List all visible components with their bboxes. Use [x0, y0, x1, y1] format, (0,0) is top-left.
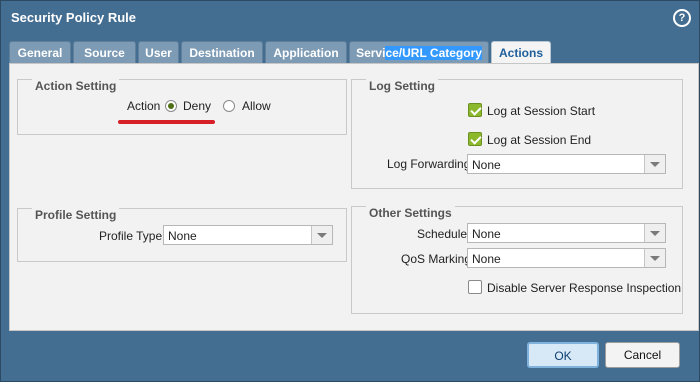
select-value: None	[472, 158, 501, 172]
group-title: Other Settings	[366, 206, 455, 220]
select-value: None	[168, 229, 197, 243]
tab-destination[interactable]: Destination	[181, 41, 263, 63]
tab-general[interactable]: General	[9, 41, 71, 63]
tab-label: User	[145, 46, 172, 60]
action-setting-group: Action Setting	[17, 79, 347, 135]
group-title: Action Setting	[32, 79, 120, 93]
help-icon[interactable]: ?	[673, 9, 691, 27]
log-session-end-checkbox[interactable]	[468, 132, 482, 146]
tab-source[interactable]: Source	[73, 41, 136, 63]
qos-marking-select[interactable]: None	[467, 248, 666, 268]
log-session-end-label[interactable]: Log at Session End	[487, 133, 591, 147]
chevron-down-icon[interactable]	[644, 155, 665, 173]
log-forwarding-select[interactable]: None	[467, 154, 666, 174]
tab-label-selected-text: ce/URL Category	[385, 46, 482, 60]
disable-server-response-inspection-checkbox[interactable]	[468, 280, 482, 294]
tab-label: Application	[273, 46, 339, 60]
log-forwarding-label: Log Forwarding	[387, 157, 471, 171]
group-title: Profile Setting	[32, 208, 120, 222]
schedule-select[interactable]: None	[467, 223, 666, 243]
security-policy-rule-dialog: Security Policy Rule ? General Source Us…	[0, 0, 700, 382]
cancel-button[interactable]: Cancel	[605, 342, 680, 368]
profile-type-label: Profile Type	[99, 229, 163, 243]
profile-type-select[interactable]: None	[163, 225, 333, 245]
dialog-title: Security Policy Rule	[11, 10, 136, 25]
disable-server-response-inspection-label[interactable]: Disable Server Response Inspection	[487, 281, 681, 295]
tab-label-prefix: Servi	[356, 46, 386, 60]
tab-application[interactable]: Application	[265, 41, 347, 63]
select-value: None	[472, 227, 501, 241]
chevron-down-icon[interactable]	[644, 249, 665, 267]
tab-actions[interactable]: Actions	[491, 41, 551, 65]
annotation-underline	[118, 120, 215, 124]
log-session-start-checkbox[interactable]	[468, 103, 482, 117]
tab-service-url-category[interactable]: Service/URL Category	[349, 41, 489, 63]
qos-marking-label: QoS Marking	[401, 252, 472, 266]
deny-label[interactable]: Deny	[183, 99, 211, 113]
select-value: None	[472, 252, 501, 266]
allow-radio[interactable]	[223, 100, 235, 112]
action-label: Action	[127, 99, 161, 113]
tab-label: General	[17, 46, 63, 60]
tab-label: Destination	[189, 46, 255, 60]
ok-button[interactable]: OK	[527, 342, 599, 368]
allow-label[interactable]: Allow	[242, 99, 271, 113]
chevron-down-icon[interactable]	[644, 224, 665, 242]
title-bar: Security Policy Rule ?	[1, 1, 699, 35]
chevron-down-icon[interactable]	[311, 226, 332, 244]
tab-user[interactable]: User	[138, 41, 179, 63]
tab-label: Source	[84, 46, 125, 60]
deny-radio[interactable]	[165, 100, 177, 112]
tab-label: Actions	[498, 46, 543, 60]
group-title: Log Setting	[366, 79, 438, 93]
schedule-label: Schedule	[417, 227, 468, 241]
log-session-start-label[interactable]: Log at Session Start	[487, 104, 595, 118]
